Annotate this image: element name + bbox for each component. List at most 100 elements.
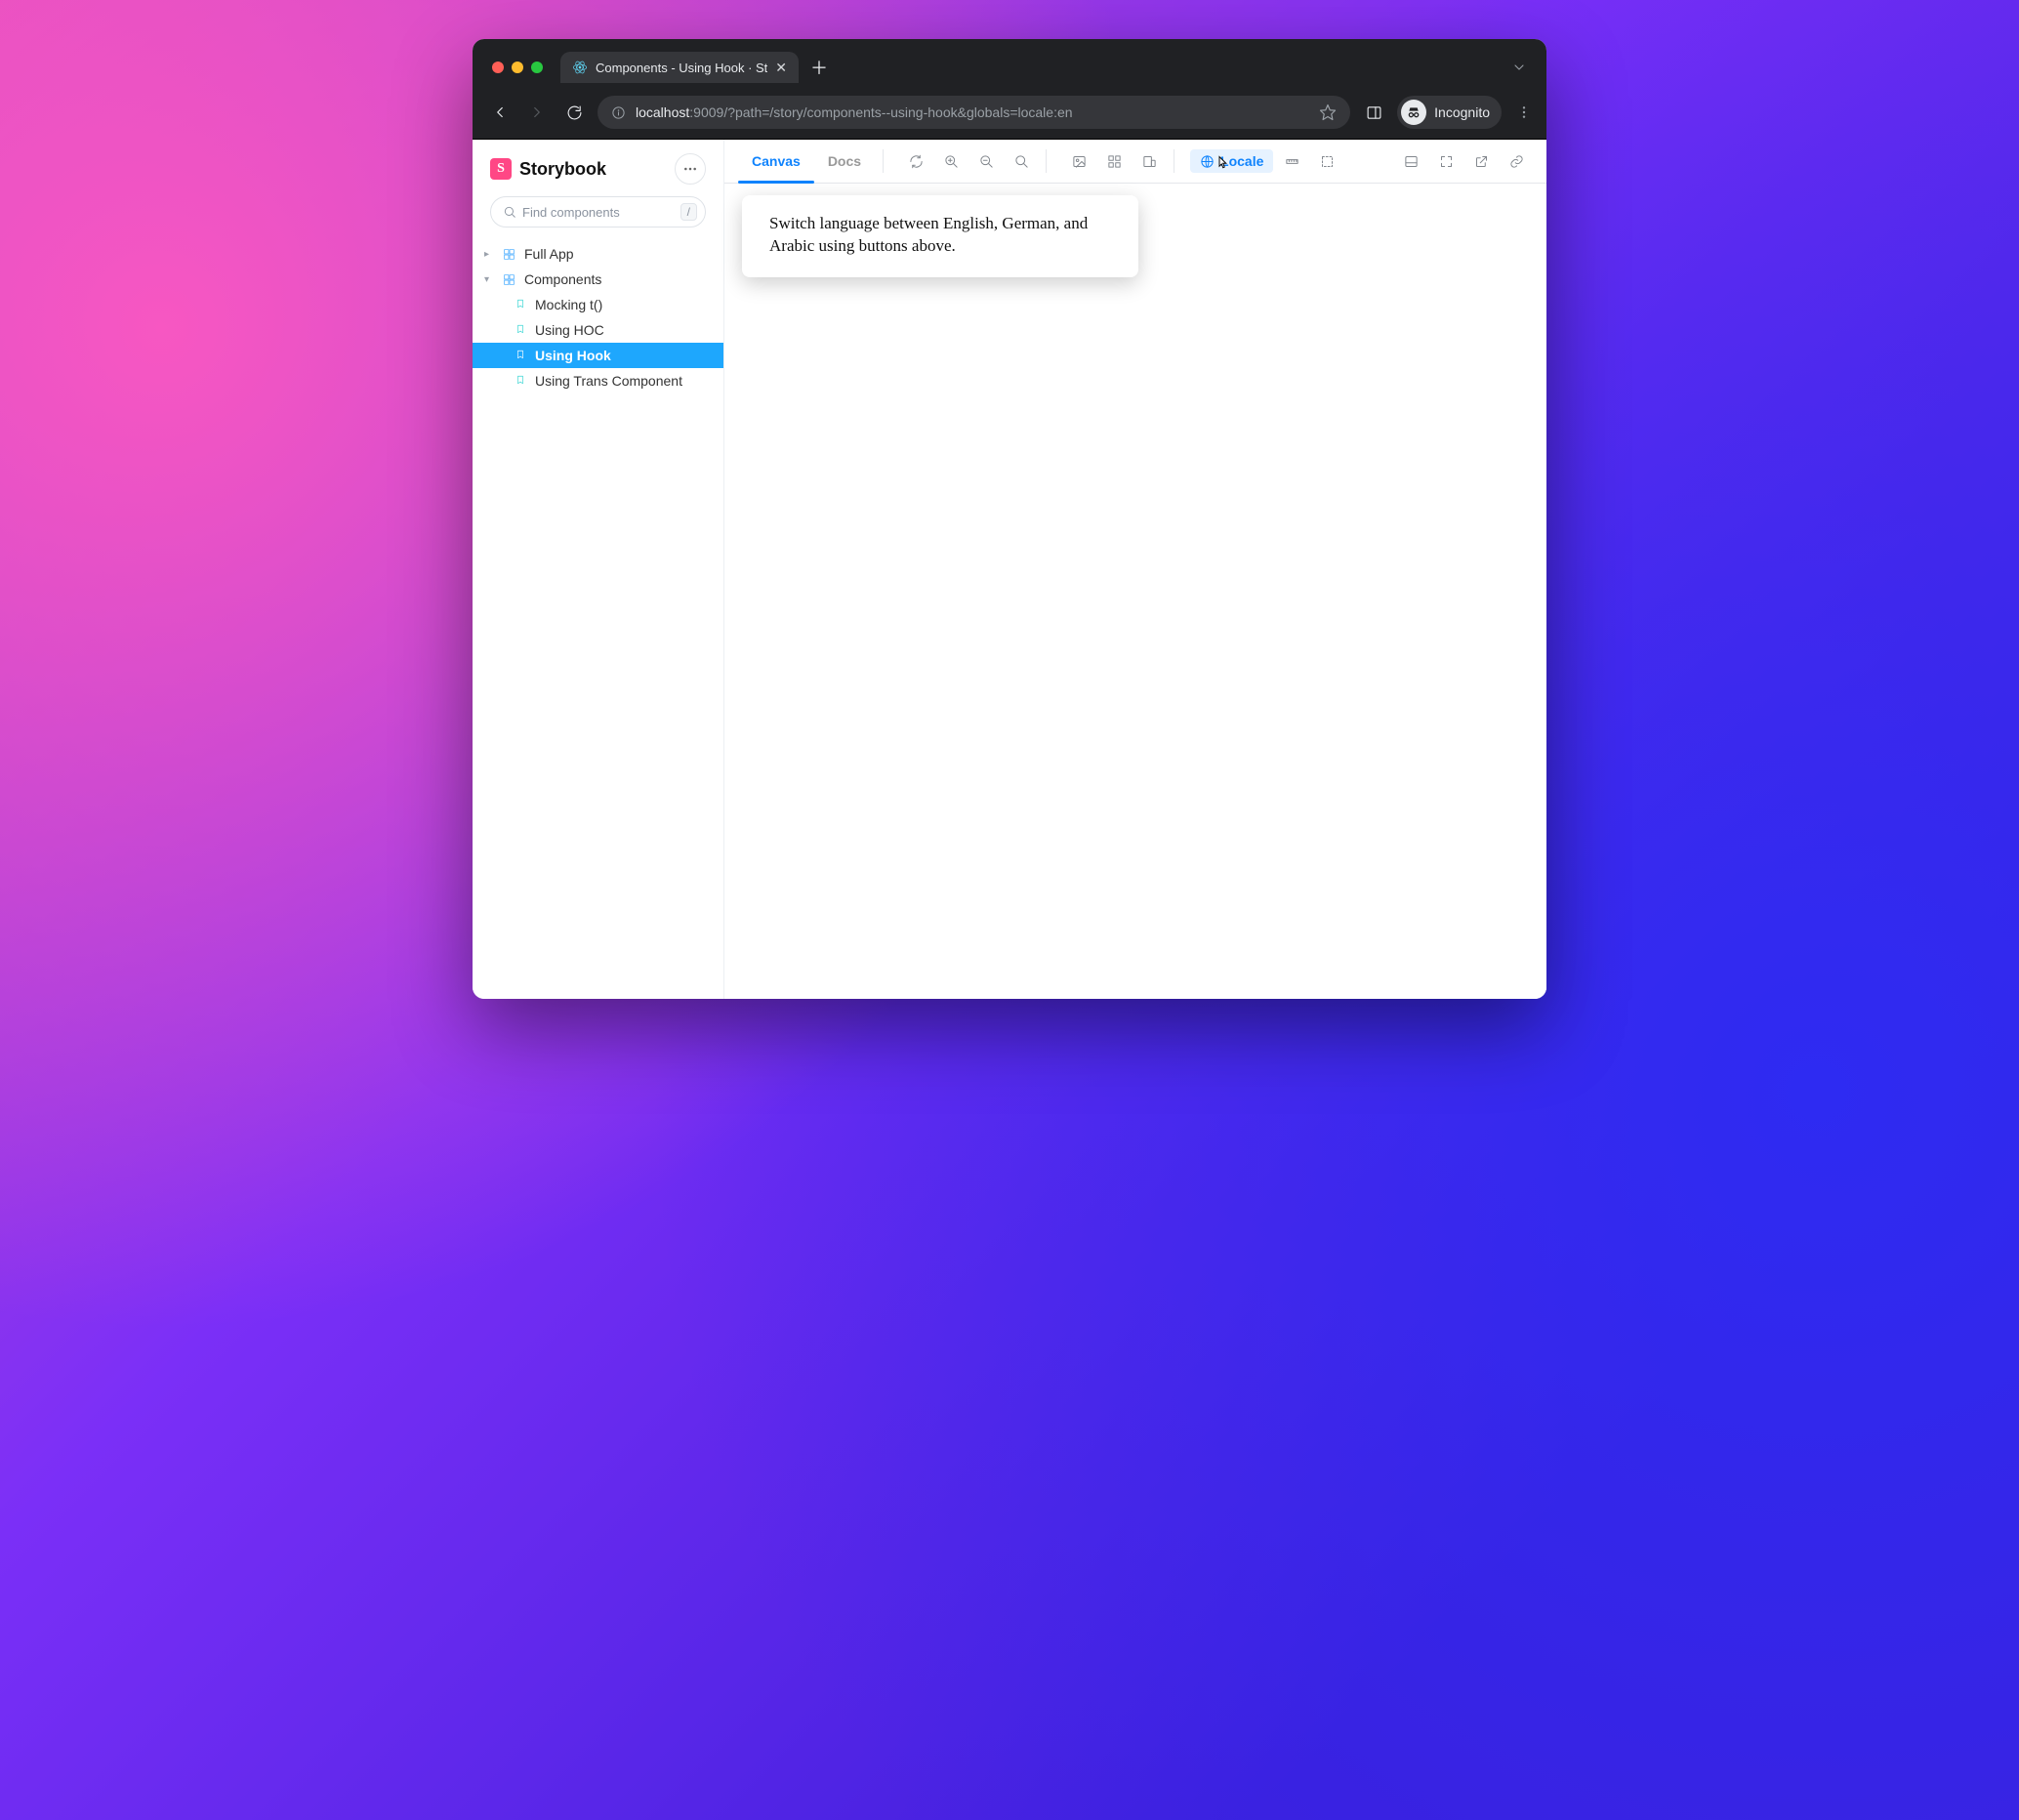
close-tab-button[interactable]: ✕ xyxy=(775,61,787,74)
storybook-mark-icon: S xyxy=(490,158,512,180)
story-bookmark-icon xyxy=(515,298,527,311)
remount-button[interactable] xyxy=(899,146,932,176)
tabbar-overflow[interactable] xyxy=(1511,60,1537,75)
incognito-avatar-icon xyxy=(1401,100,1426,125)
addons-panel-button[interactable] xyxy=(1394,146,1427,176)
tree-story-label: Using Trans Component xyxy=(535,373,682,389)
preview-canvas: Switch language between English, German,… xyxy=(724,184,1546,999)
component-icon xyxy=(502,247,516,262)
storybook-app: S Storybook Find components / ▸ Fu xyxy=(473,140,1546,999)
toolbar-separator xyxy=(883,149,884,173)
zoom-out-icon xyxy=(979,154,994,169)
image-icon xyxy=(1072,154,1087,169)
sidebar-menu-button[interactable] xyxy=(675,153,706,185)
locale-tool-button[interactable]: Locale xyxy=(1190,149,1273,173)
sync-icon xyxy=(909,154,924,169)
tab-title: Components - Using Hook · St xyxy=(596,61,767,75)
profile-chip[interactable]: Incognito xyxy=(1397,96,1502,129)
search-placeholder: Find components xyxy=(522,205,620,220)
story-bookmark-icon xyxy=(515,323,527,337)
tree-group-label: Full App xyxy=(524,246,574,262)
incognito-label: Incognito xyxy=(1434,104,1490,120)
storybook-toolbar: Canvas Docs xyxy=(724,140,1546,184)
panel-icon xyxy=(1366,104,1382,121)
minimize-window-button[interactable] xyxy=(512,62,523,73)
toolbar-icon-group-2 xyxy=(1062,140,1166,183)
toolbar-icon-group-locale: Locale xyxy=(1190,140,1343,183)
side-panel-button[interactable] xyxy=(1360,99,1387,126)
storybook-main: Canvas Docs xyxy=(724,140,1546,999)
tree-story-using-trans[interactable]: Using Trans Component xyxy=(473,368,723,393)
url-text: localhost:9009/?path=/story/components--… xyxy=(636,104,1073,120)
forward-button[interactable] xyxy=(523,99,551,126)
search-icon xyxy=(503,205,516,219)
chevron-down-icon xyxy=(1511,60,1527,75)
ellipsis-icon xyxy=(683,167,697,171)
arrow-right-icon xyxy=(528,103,546,121)
caret-down-icon: ▾ xyxy=(484,274,494,285)
story-bookmark-icon xyxy=(515,374,527,388)
sidebar-header: S Storybook xyxy=(473,153,723,196)
tree-story-label: Using Hook xyxy=(535,348,611,363)
globe-icon xyxy=(1200,154,1215,169)
viewport-button[interactable] xyxy=(1133,146,1166,176)
toolbar-icon-group-right xyxy=(1394,140,1533,183)
react-favicon-icon xyxy=(572,60,588,75)
fullscreen-icon xyxy=(1439,154,1454,169)
tree-group-full-app[interactable]: ▸ Full App xyxy=(473,241,723,267)
tree-story-mocking-t[interactable]: Mocking t() xyxy=(473,292,723,317)
panel-bottom-icon xyxy=(1404,154,1419,169)
tree-story-label: Using HOC xyxy=(535,322,604,338)
viewport-icon xyxy=(1142,154,1157,169)
tree-story-using-hoc[interactable]: Using HOC xyxy=(473,317,723,343)
zoom-out-button[interactable] xyxy=(969,146,1003,176)
storybook-logo[interactable]: S Storybook xyxy=(490,158,606,180)
component-icon xyxy=(502,272,516,287)
back-button[interactable] xyxy=(486,99,514,126)
zoom-reset-button[interactable] xyxy=(1005,146,1038,176)
zoom-in-icon xyxy=(944,154,959,169)
link-icon xyxy=(1509,154,1524,169)
toolbar-icon-group-1 xyxy=(899,140,1038,183)
outline-button[interactable] xyxy=(1310,146,1343,176)
address-bar[interactable]: localhost:9009/?path=/story/components--… xyxy=(597,96,1350,129)
window-controls xyxy=(492,62,543,73)
story-content-card: Switch language between English, German,… xyxy=(742,195,1138,277)
browser-tab[interactable]: Components - Using Hook · St ✕ xyxy=(560,52,799,83)
star-icon[interactable] xyxy=(1319,103,1337,121)
storybook-sidebar: S Storybook Find components / ▸ Fu xyxy=(473,140,724,999)
background-button[interactable] xyxy=(1062,146,1095,176)
fullscreen-button[interactable] xyxy=(1429,146,1463,176)
tree-group-components[interactable]: ▾ Components xyxy=(473,267,723,292)
browser-menu-button[interactable] xyxy=(1511,104,1537,120)
tab-docs[interactable]: Docs xyxy=(814,140,875,183)
new-tab-button[interactable]: ＋ xyxy=(806,55,832,80)
measure-button[interactable] xyxy=(1275,146,1308,176)
view-tabs: Canvas Docs xyxy=(738,140,875,183)
external-link-icon xyxy=(1474,154,1489,169)
maximize-window-button[interactable] xyxy=(531,62,543,73)
toolbar-separator xyxy=(1046,149,1047,173)
reload-button[interactable] xyxy=(560,99,588,126)
browser-tabbar: Components - Using Hook · St ✕ ＋ xyxy=(473,39,1546,90)
storybook-brand-name: Storybook xyxy=(519,159,606,180)
tree-story-using-hook[interactable]: Using Hook xyxy=(473,343,723,368)
zoom-in-button[interactable] xyxy=(934,146,968,176)
menu-dots-icon xyxy=(1516,104,1532,120)
reload-icon xyxy=(566,104,583,121)
close-window-button[interactable] xyxy=(492,62,504,73)
open-isolated-button[interactable] xyxy=(1464,146,1498,176)
incognito-icon xyxy=(1406,104,1422,120)
tab-canvas[interactable]: Canvas xyxy=(738,140,814,183)
tree-story-label: Mocking t() xyxy=(535,297,602,312)
ruler-icon xyxy=(1285,154,1299,169)
search-input[interactable]: Find components / xyxy=(490,196,706,228)
grid-icon xyxy=(1107,154,1122,169)
outline-icon xyxy=(1320,154,1335,169)
story-bookmark-icon xyxy=(515,349,527,362)
tree-group-label: Components xyxy=(524,271,601,287)
story-content-text: Switch language between English, German,… xyxy=(769,214,1088,255)
copy-link-button[interactable] xyxy=(1500,146,1533,176)
locale-label: Locale xyxy=(1220,153,1263,169)
grid-button[interactable] xyxy=(1097,146,1131,176)
